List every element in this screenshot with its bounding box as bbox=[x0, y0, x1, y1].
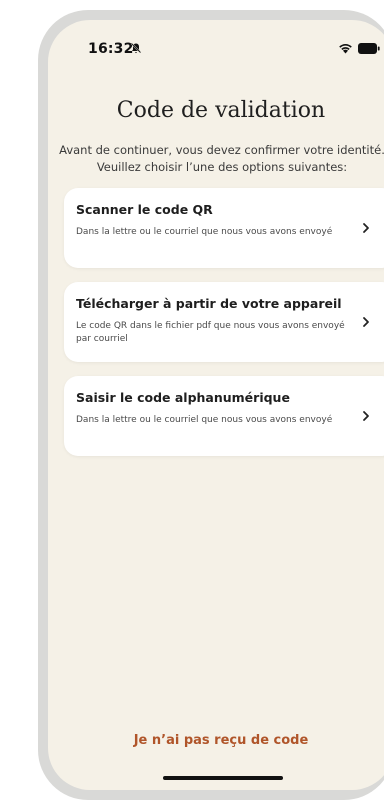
chevron-right-icon bbox=[363, 411, 369, 421]
option-title: Scanner le code QR bbox=[76, 202, 213, 217]
status-bar: 16:32 bbox=[48, 20, 384, 64]
option-description: Dans la lettre ou le courriel que nous v… bbox=[76, 227, 333, 237]
home-indicator bbox=[163, 776, 283, 780]
bell-slash-icon bbox=[130, 42, 142, 54]
no-code-received-link[interactable]: Je n’ai pas reçu de code bbox=[48, 733, 384, 748]
page-title: Code de validation bbox=[116, 98, 326, 123]
option-description: Dans la lettre ou le courriel que nous v… bbox=[76, 415, 333, 425]
intro-line-1: Avant de continuer, vous devez confirmer… bbox=[59, 143, 384, 157]
wifi-icon bbox=[339, 44, 352, 54]
option-scan-qr-code[interactable]: Scanner le code QR Dans la lettre ou le … bbox=[64, 188, 384, 268]
option-title: Télécharger à partir de votre appareil bbox=[76, 296, 342, 311]
chevron-right-icon bbox=[363, 317, 369, 327]
battery-icon bbox=[358, 43, 380, 54]
option-enter-alphanumeric-code[interactable]: Saisir le code alphanumérique Dans la le… bbox=[64, 376, 384, 456]
option-download-from-device[interactable]: Télécharger à partir de votre appareil L… bbox=[64, 282, 384, 362]
option-description: Le code QR dans le fichier pdf que nous … bbox=[76, 321, 345, 344]
intro-line-2: Veuillez choisir l’une des options suiva… bbox=[96, 160, 348, 174]
status-time: 16:32 bbox=[88, 41, 134, 57]
phone-frame: 16:32 Code de validation Avant de contin… bbox=[38, 10, 384, 800]
app-screen: 16:32 Code de validation Avant de contin… bbox=[48, 20, 384, 790]
chevron-right-icon bbox=[363, 223, 369, 233]
intro-text: Avant de continuer, vous devez confirmer… bbox=[48, 142, 384, 176]
option-title: Saisir le code alphanumérique bbox=[76, 390, 290, 405]
